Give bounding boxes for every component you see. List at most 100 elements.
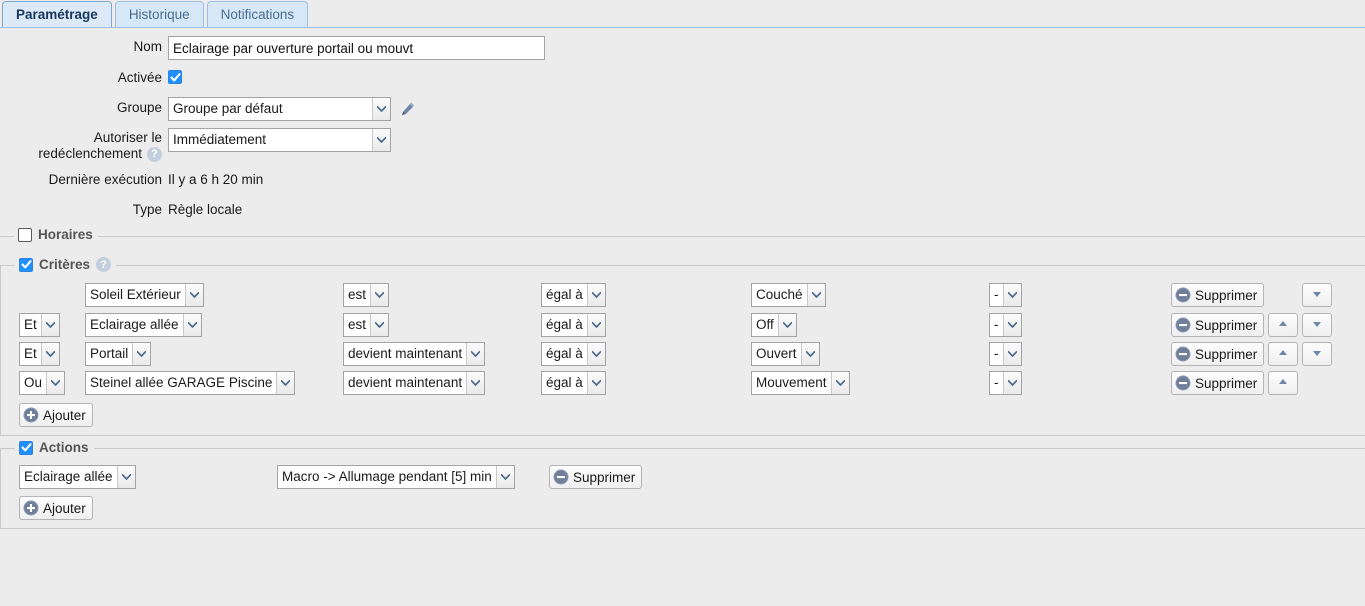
criteres-checkbox[interactable] [19, 257, 33, 272]
chevron-down-icon [40, 343, 59, 365]
chevron-down-icon [1002, 372, 1021, 394]
criteres-legend: Critères ? [15, 257, 117, 272]
delete-criteria-button[interactable]: Supprimer [1171, 342, 1265, 366]
add-criteria-button[interactable]: Ajouter [19, 403, 93, 427]
tab-parametrage[interactable]: Paramétrage [2, 1, 112, 27]
rule-settings-form: Nom Activée Groupe Groupe par défaut [0, 28, 1365, 222]
criteria-operator-select[interactable]: est [343, 313, 390, 337]
field-row-redeclenchement: Autoriser le redéclenchement ? Immédiate… [0, 128, 1365, 162]
chevron-down-icon [370, 314, 389, 336]
move-criteria-up-button[interactable] [1268, 371, 1299, 395]
criteria-logic-select[interactable]: Et [19, 342, 60, 366]
criteria-value-select[interactable]: Off [751, 313, 797, 337]
help-icon-redeclenchement[interactable]: ? [147, 146, 162, 162]
criteria-comparator-select[interactable]: égal à [541, 313, 606, 337]
criteria-object-select-value: Eclairage allée [86, 314, 183, 336]
criteria-row: Et Eclairage allée est égal à Off - Supprimer [1, 313, 1365, 342]
plus-circle-icon [23, 407, 39, 423]
chevron-down-icon [1002, 284, 1021, 306]
delete-criteria-button[interactable]: Supprimer [1171, 313, 1265, 337]
triangle-down-icon [1308, 287, 1326, 304]
action-object-select[interactable]: Eclairage allée [19, 465, 136, 489]
criteria-comparator-select[interactable]: égal à [541, 342, 606, 366]
criteria-object-select[interactable]: Portail [85, 342, 152, 366]
triangle-up-icon [1274, 375, 1292, 392]
criteria-extra-select-value: - [990, 314, 1003, 336]
criteria-value-select[interactable]: Ouvert [751, 342, 820, 366]
criteria-extra-select[interactable]: - [989, 371, 1022, 395]
move-criteria-down-button[interactable] [1302, 342, 1333, 366]
chevron-down-icon [466, 343, 485, 365]
label-derniere-execution: Dernière exécution [48, 172, 162, 187]
activee-checkbox[interactable] [168, 70, 182, 84]
field-row-activee: Activée [0, 67, 1365, 90]
nom-input[interactable] [168, 36, 545, 60]
action-object-select-value: Eclairage allée [20, 466, 117, 488]
criteria-object-select[interactable]: Soleil Extérieur [85, 283, 204, 307]
criteria-value-select-value: Ouvert [752, 343, 801, 365]
criteria-value-select-value: Mouvement [752, 372, 831, 394]
chevron-down-icon [184, 284, 203, 306]
criteria-operator-select[interactable]: devient maintenant [343, 342, 486, 366]
label-type: Type [132, 202, 162, 217]
move-criteria-down-button[interactable] [1302, 313, 1333, 337]
chevron-down-icon [830, 372, 849, 394]
tab-notifications[interactable]: Notifications [206, 1, 309, 27]
add-criteria-label: Ajouter [43, 407, 86, 423]
move-criteria-up-button[interactable] [1268, 313, 1299, 337]
criteria-row: Ou Steinel allée GARAGE Piscine devient ma… [1, 371, 1365, 400]
field-row-groupe: Groupe Groupe par défaut [0, 97, 1365, 121]
criteria-operator-select[interactable]: est [343, 283, 390, 307]
delete-criteria-label: Supprimer [1195, 287, 1258, 303]
criteria-operator-select[interactable]: devient maintenant [343, 371, 486, 395]
criteria-extra-select[interactable]: - [989, 313, 1022, 337]
triangle-down-icon [1308, 346, 1326, 363]
criteria-operator-select-value: devient maintenant [344, 372, 467, 394]
actions-legend: Actions [15, 440, 94, 455]
delete-criteria-button[interactable]: Supprimer [1171, 371, 1265, 395]
horaires-legend: Horaires [14, 227, 98, 242]
minus-circle-icon [1175, 375, 1191, 391]
criteria-logic-select[interactable]: Et [19, 313, 60, 337]
criteria-object-select[interactable]: Eclairage allée [85, 313, 202, 337]
criteria-operator-select-value: est [344, 284, 371, 306]
tab-parametrage-label: Paramétrage [16, 7, 98, 22]
minus-circle-icon [1175, 287, 1191, 303]
criteria-value-select[interactable]: Couché [751, 283, 826, 307]
label-nom: Nom [133, 39, 162, 54]
chevron-down-icon [806, 284, 825, 306]
chevron-down-icon [372, 98, 390, 120]
action-command-select-value: Macro -> Allumage pendant [5] min [278, 466, 496, 488]
tab-historique[interactable]: Historique [114, 1, 204, 27]
move-criteria-up-button[interactable] [1268, 342, 1299, 366]
actions-checkbox[interactable] [19, 440, 33, 455]
criteria-extra-select[interactable]: - [989, 342, 1022, 366]
chevron-down-icon [132, 343, 151, 365]
label-redeclenchement-line1: Autoriser le [93, 130, 162, 145]
chevron-down-icon [1002, 314, 1021, 336]
criteria-comparator-select[interactable]: égal à [541, 283, 606, 307]
criteria-extra-select[interactable]: - [989, 283, 1022, 307]
criteria-value-select[interactable]: Mouvement [751, 371, 850, 395]
action-row: Eclairage allée Macro -> Allumage pendant… [1, 465, 1365, 493]
criteria-object-select[interactable]: Steinel allée GARAGE Piscine [85, 371, 296, 395]
criteria-logic-select[interactable]: Ou [19, 371, 66, 395]
groupe-select[interactable]: Groupe par défaut [168, 97, 391, 121]
control-redeclenchement: Immédiatement [168, 128, 391, 152]
action-command-select[interactable]: Macro -> Allumage pendant [5] min [277, 465, 515, 489]
criteria-extra-select-value: - [990, 284, 1003, 306]
delete-criteria-button[interactable]: Supprimer [1171, 283, 1265, 307]
criteria-comparator-select[interactable]: égal à [541, 371, 606, 395]
criteres-section: Critères ? Soleil Extérieur est égal à Couc… [0, 257, 1365, 436]
horaires-checkbox[interactable] [18, 227, 32, 242]
criteria-comparator-select-value: égal à [542, 284, 587, 306]
triangle-up-icon [1274, 346, 1292, 363]
edit-group-pencil-icon[interactable] [400, 101, 416, 117]
field-row-nom: Nom [0, 36, 1365, 60]
label-redeclenchement-line2: redéclenchement [38, 146, 142, 161]
delete-action-button[interactable]: Supprimer [549, 465, 643, 489]
help-icon-criteres[interactable]: ? [96, 257, 112, 272]
move-criteria-down-button[interactable] [1302, 283, 1333, 307]
add-action-button[interactable]: Ajouter [19, 496, 93, 520]
redeclenchement-select[interactable]: Immédiatement [168, 128, 391, 152]
